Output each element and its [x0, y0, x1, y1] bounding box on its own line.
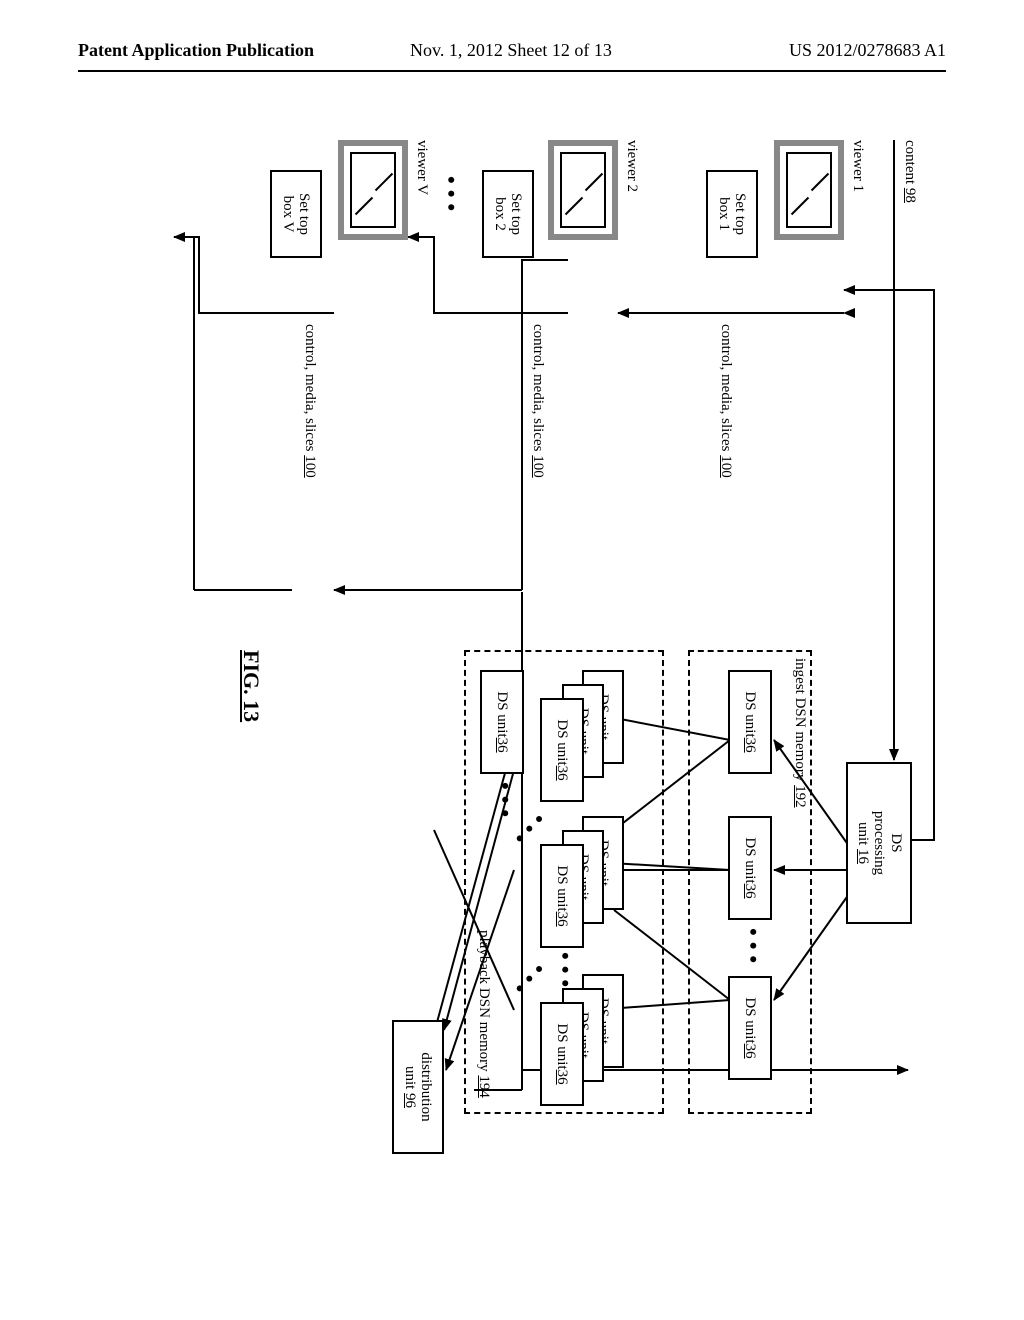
ingest-dots: •••: [740, 928, 766, 969]
pb-front1: DS unit 36: [480, 670, 524, 774]
tv-screen-mark: [791, 197, 809, 215]
tv-screen-mark: [355, 197, 373, 215]
pb-dots-h2: •••: [492, 782, 518, 823]
header-right: US 2012/0278683 A1: [789, 40, 946, 61]
content-label: content 98: [901, 140, 918, 203]
stb-V: Set top box V: [270, 170, 322, 258]
ingest-label: ingest DSN memory 192: [791, 658, 808, 808]
stb-1: Set top box 1: [706, 170, 758, 258]
viewer-2-label: viewer 2: [623, 140, 640, 192]
tv-screen-mark: [565, 197, 583, 215]
pb-stack1-front: DS unit 36: [540, 698, 584, 802]
content-text: content: [902, 140, 918, 188]
dsproc-line2: processing: [871, 811, 888, 875]
ds-processing-unit: DS processing unit 16: [846, 762, 912, 924]
tv-screen-mark: [585, 173, 603, 191]
tv-inner-icon: [786, 152, 832, 228]
tv-screen-mark: [811, 173, 829, 191]
dsproc-line3: unit 16: [854, 822, 871, 864]
pb-dots-h1: •••: [552, 952, 578, 993]
distribution-unit: distribution unit 96: [392, 1020, 444, 1154]
content-ref: 98: [902, 188, 918, 203]
cms-label-2: control, media, slices 100: [529, 324, 546, 478]
pb-stack2-front: DS unit 36: [540, 844, 584, 948]
stb-2: Set top box 2: [482, 170, 534, 258]
tv-inner-icon: [350, 152, 396, 228]
ingest-dsunit-2: DS unit 36: [728, 816, 772, 920]
dist-line2: unit 96: [402, 1066, 419, 1108]
viewer-1-tv: [774, 140, 844, 240]
viewer-2-tv: [548, 140, 618, 240]
viewer-dots: •••: [438, 176, 464, 217]
page-header: Patent Application Publication Nov. 1, 2…: [0, 40, 1024, 70]
tv-screen-mark: [375, 173, 393, 191]
figure-inner: content 98 DS processing unit 16 ingest …: [60, 110, 964, 1200]
viewer-V-label: viewer V: [413, 140, 430, 195]
page: Patent Application Publication Nov. 1, 2…: [0, 0, 1024, 1320]
ingest-dsunit-1: DS unit 36: [728, 670, 772, 774]
playback-label: playback DSN memory 194: [475, 930, 492, 1098]
dist-line1: distribution: [418, 1052, 435, 1121]
figure-canvas: content 98 DS processing unit 16 ingest …: [0, 110, 964, 1014]
dsproc-line1: DS: [887, 833, 904, 852]
header-mid: Nov. 1, 2012 Sheet 12 of 13: [410, 40, 612, 61]
viewer-V-tv: [338, 140, 408, 240]
cms-label-1: control, media, slices 100: [717, 324, 734, 478]
header-rule: [78, 70, 946, 72]
figure-number: FIG. 13: [238, 650, 264, 722]
viewer-1-label: viewer 1: [849, 140, 866, 192]
cms-label-V: control, media, slices 100: [301, 324, 318, 478]
pb-stack3-front: DS unit 36: [540, 1002, 584, 1106]
ingest-dsunit-3: DS unit 36: [728, 976, 772, 1080]
header-left: Patent Application Publication: [78, 40, 314, 61]
tv-inner-icon: [560, 152, 606, 228]
